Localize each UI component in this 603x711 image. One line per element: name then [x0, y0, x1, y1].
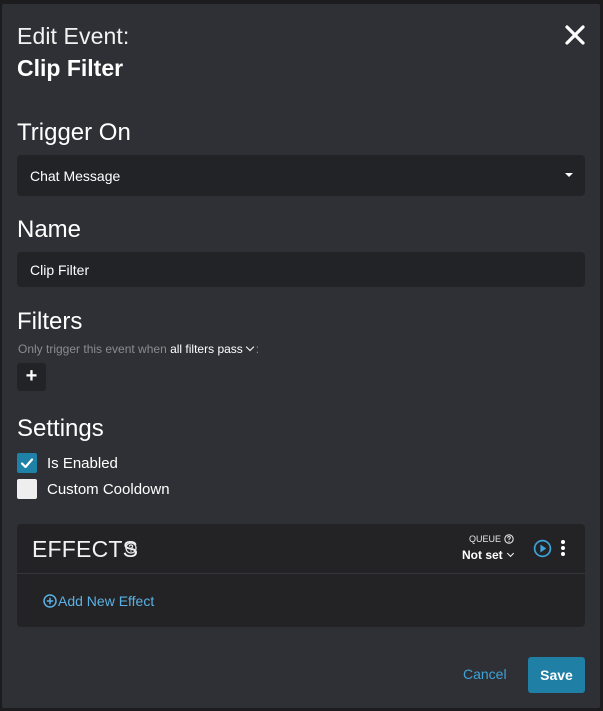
custom-cooldown-label: Custom Cooldown [47, 480, 170, 498]
name-label: Name [17, 216, 82, 243]
more-options-icon[interactable] [559, 539, 567, 557]
play-effects-icon[interactable] [533, 539, 552, 558]
is-enabled-checkbox-row[interactable]: Is Enabled [17, 453, 118, 473]
effects-title: EFFECTS [32, 536, 139, 562]
queue-value: Not set [462, 548, 503, 562]
caret-down-icon [565, 173, 573, 177]
filter-hint-prefix: Only trigger this event when [18, 342, 167, 356]
save-button[interactable]: Save [528, 657, 585, 693]
cancel-button[interactable]: Cancel [463, 666, 507, 682]
trigger-select[interactable]: Chat Message [17, 155, 585, 196]
effects-panel: EFFECTS QUEUE Not set Add New Effect [17, 524, 585, 627]
edit-event-dialog: Edit Event: Clip Filter Trigger On Chat … [2, 4, 600, 708]
dialog-title-prefix: Edit Event: [17, 23, 130, 49]
queue-help-icon[interactable] [504, 534, 514, 544]
is-enabled-label: Is Enabled [47, 454, 118, 472]
filter-hint-suffix: : [255, 342, 260, 356]
custom-cooldown-checkbox[interactable] [17, 479, 37, 499]
checkmark-icon [20, 458, 34, 469]
custom-cooldown-checkbox-row[interactable]: Custom Cooldown [17, 479, 170, 499]
chevron-down-icon [245, 342, 255, 352]
filter-mode-dropdown[interactable]: all filters pass [170, 342, 256, 356]
is-enabled-checkbox[interactable] [17, 453, 37, 473]
add-filter-button[interactable]: + [17, 363, 46, 391]
settings-label: Settings [17, 415, 104, 442]
queue-label-text: QUEUE [469, 534, 502, 544]
plus-circle-icon [43, 594, 57, 608]
filter-mode-label: all filters pass [170, 342, 243, 356]
add-new-effect-label: Add New Effect [58, 593, 155, 609]
name-input[interactable]: Clip Filter [17, 252, 585, 287]
filters-label: Filters [17, 308, 83, 335]
trigger-on-label: Trigger On [17, 119, 131, 146]
queue-dropdown[interactable]: Not set [462, 548, 514, 562]
add-new-effect-button[interactable]: Add New Effect [43, 593, 154, 609]
close-icon [565, 25, 585, 45]
name-input-value: Clip Filter [30, 261, 90, 278]
close-button[interactable] [563, 23, 587, 47]
queue-label: QUEUE [469, 534, 514, 544]
chevron-down-icon [506, 549, 514, 558]
trigger-select-value: Chat Message [30, 167, 121, 184]
filter-hint: Only trigger this event when all filters… [18, 342, 259, 356]
help-icon[interactable] [125, 542, 137, 554]
effects-header: EFFECTS QUEUE Not set [17, 524, 585, 574]
dialog-title-event-name: Clip Filter [17, 55, 124, 81]
